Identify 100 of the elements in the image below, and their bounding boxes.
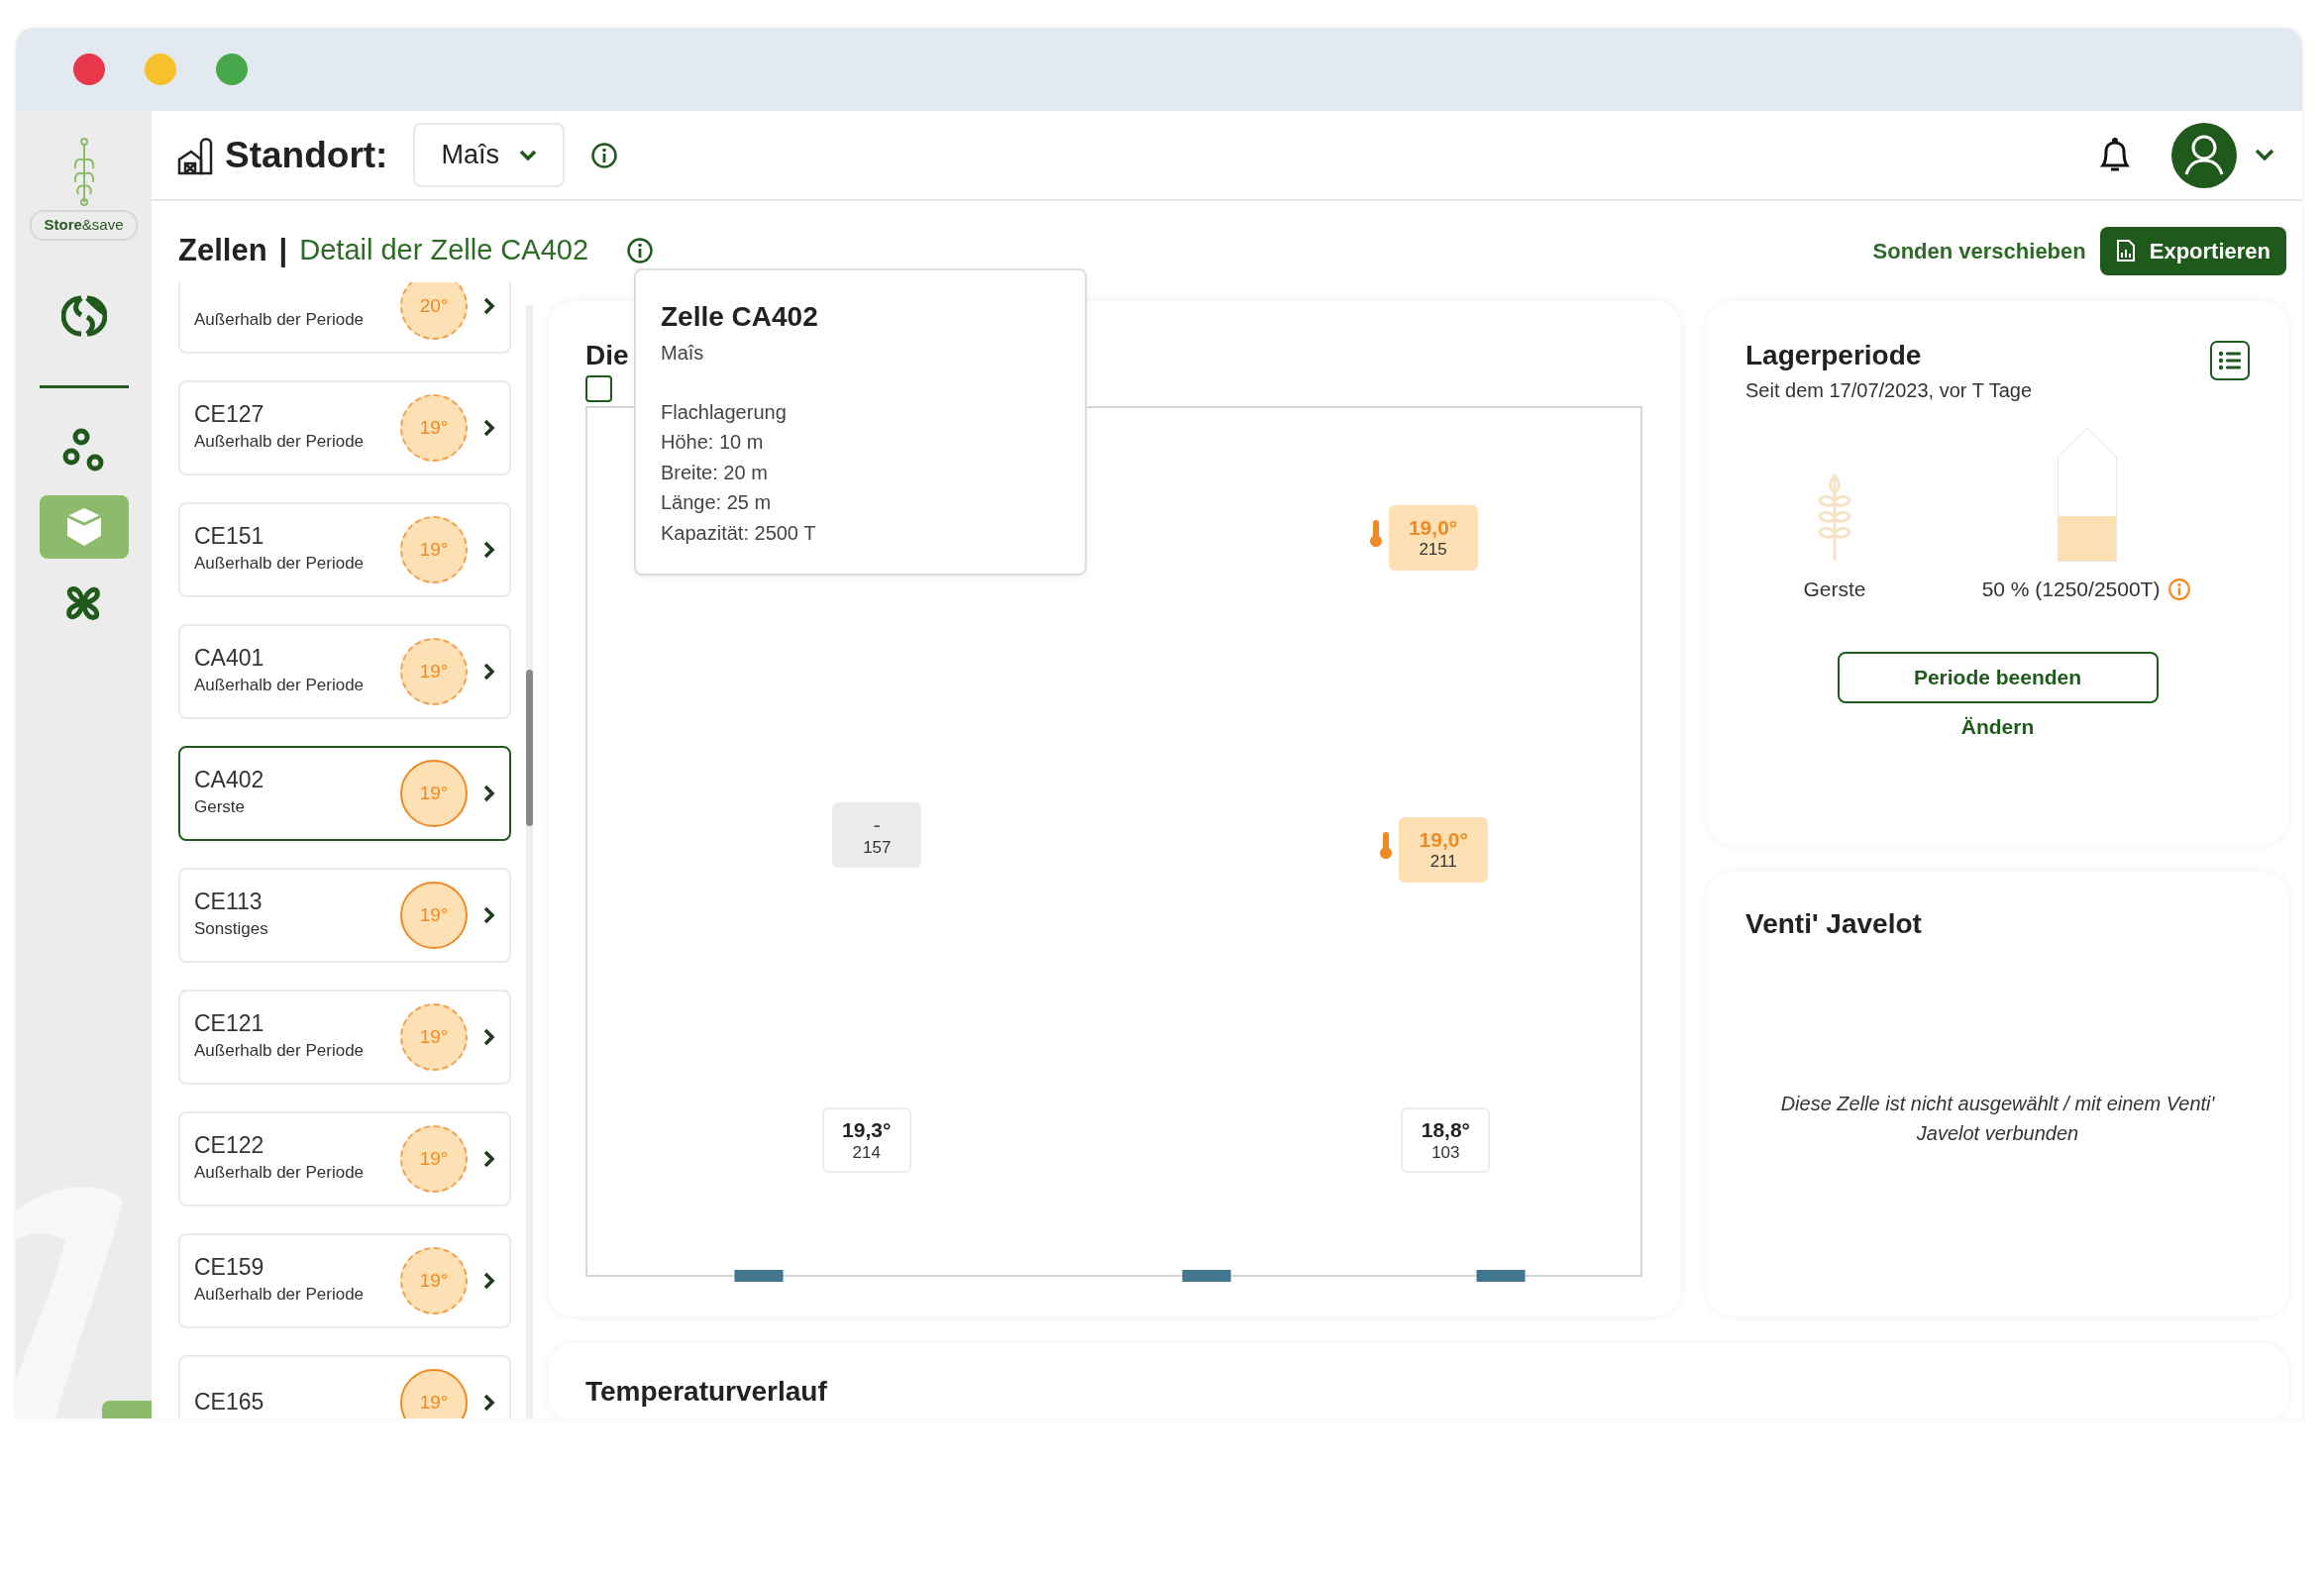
cell-status: Außerhalb der Periode bbox=[194, 675, 366, 697]
cell-status: Außerhalb der Periode bbox=[194, 309, 366, 332]
chevron-down-icon[interactable] bbox=[2255, 148, 2274, 162]
cell-name: CA402 bbox=[194, 767, 265, 795]
chevron-right-icon[interactable] bbox=[483, 1028, 495, 1046]
cell-status: Sonstiges bbox=[194, 918, 269, 941]
thermometer-icon bbox=[1368, 519, 1383, 548]
end-period-button[interactable]: Periode beenden bbox=[1837, 652, 2159, 703]
vent-marker bbox=[1182, 1270, 1231, 1282]
site-dropdown[interactable]: Maîs bbox=[413, 123, 565, 187]
sensor-temperature: 18,8° bbox=[1421, 1118, 1470, 1143]
chevron-right-icon[interactable] bbox=[483, 1394, 495, 1412]
cell-card[interactable]: CE127 Außerhalb der Periode 19° bbox=[178, 380, 511, 475]
close-button[interactable] bbox=[73, 53, 105, 85]
temperature-badge: 19° bbox=[400, 1125, 468, 1193]
chevron-right-icon[interactable] bbox=[483, 1150, 495, 1168]
period-date: Seit dem 17/07/2023, vor T Tage bbox=[1745, 377, 2033, 403]
temperature-badge: 19° bbox=[400, 1247, 468, 1314]
tooltip-line: Länge: 25 m bbox=[661, 490, 773, 516]
tooltip-subtitle: Maîs bbox=[661, 341, 705, 366]
sensor-tag[interactable]: 19,0° 215 bbox=[1388, 505, 1478, 572]
temperature-badge: 19° bbox=[400, 638, 468, 705]
move-probes-link[interactable]: Sonden verschieben bbox=[1872, 234, 2086, 267]
avatar-icon[interactable] bbox=[2171, 122, 2237, 188]
sensor-id: 211 bbox=[1429, 852, 1457, 872]
sensor-tag[interactable]: 19,0° 211 bbox=[1399, 817, 1489, 884]
cell-card[interactable]: CE122 Außerhalb der Periode 19° bbox=[178, 1111, 511, 1206]
sensor-id: 215 bbox=[1419, 540, 1447, 560]
temperature-badge: 19° bbox=[400, 1369, 468, 1418]
cell-card[interactable]: CA402 Gerste 19° bbox=[178, 746, 511, 841]
sensor-temperature: 19,0° bbox=[1419, 828, 1468, 853]
info-icon[interactable] bbox=[589, 141, 618, 169]
tooltip-line: Höhe: 10 m bbox=[661, 430, 765, 456]
scrollbar-thumb[interactable] bbox=[526, 670, 533, 826]
cell-card[interactable]: CE151 Außerhalb der Periode 19° bbox=[178, 502, 511, 597]
temperature-badge: 19° bbox=[400, 516, 468, 583]
cell-name: CE113 bbox=[194, 889, 264, 917]
cell-name: CE159 bbox=[194, 1254, 265, 1283]
info-icon[interactable] bbox=[626, 237, 655, 264]
cell-status: Außerhalb der Periode bbox=[194, 1284, 366, 1307]
cell-status: Außerhalb der Periode bbox=[194, 553, 366, 576]
chevron-down-icon bbox=[518, 149, 537, 161]
chevron-right-icon[interactable] bbox=[483, 663, 495, 681]
checkbox[interactable] bbox=[585, 374, 612, 402]
cell-card[interactable]: CE113 Sonstiges 19° bbox=[178, 868, 511, 963]
sensor-id: 103 bbox=[1431, 1142, 1460, 1163]
sensor-temperature: - bbox=[873, 813, 881, 838]
chevron-right-icon[interactable] bbox=[483, 419, 495, 437]
thermometer-icon bbox=[1379, 831, 1394, 860]
cell-name: CE121 bbox=[194, 1010, 265, 1039]
temperature-badge: 19° bbox=[400, 760, 468, 827]
cell-status: Außerhalb der Periode bbox=[194, 1162, 366, 1185]
cell-card[interactable]: Außerhalb der Periode 20° bbox=[178, 282, 511, 354]
vent-marker bbox=[1476, 1270, 1526, 1282]
sensor-id: 214 bbox=[852, 1142, 881, 1163]
empty-message: Diese Zelle ist nicht ausgewählt / mit einem Venti' Javelot verbunden bbox=[1779, 1091, 2216, 1146]
breadcrumb-separator: | bbox=[278, 231, 288, 269]
breadcrumb-current: Detail der Zelle CA402 bbox=[299, 233, 589, 268]
cell-name: CE122 bbox=[194, 1132, 265, 1161]
cell-card[interactable]: CA401 Außerhalb der Periode 19° bbox=[178, 624, 511, 719]
tooltip-line: Breite: 20 m bbox=[661, 460, 769, 485]
cell-status: Außerhalb der Periode bbox=[194, 1040, 366, 1063]
bell-icon[interactable] bbox=[2098, 136, 2132, 174]
cell-card[interactable]: CE165 19° bbox=[178, 1355, 511, 1418]
cell-name: CE165 bbox=[194, 1389, 265, 1416]
panel-title: Venti' Javelot bbox=[1745, 909, 1922, 940]
sensor-tag[interactable]: 18,8° 103 bbox=[1401, 1107, 1491, 1174]
sensor-tag[interactable]: 19,3° 214 bbox=[821, 1107, 911, 1174]
list-icon bbox=[2218, 351, 2242, 370]
panel-title: Temperaturverlauf bbox=[585, 1376, 827, 1407]
page-title: Standort: bbox=[225, 133, 388, 177]
temperature-badge: 20° bbox=[400, 282, 468, 340]
list-button[interactable] bbox=[2210, 341, 2250, 380]
chevron-right-icon[interactable] bbox=[483, 1272, 495, 1290]
cell-status: Außerhalb der Periode bbox=[194, 431, 366, 454]
chevron-right-icon[interactable] bbox=[483, 541, 495, 559]
tooltip-title: Zelle CA402 bbox=[661, 300, 819, 334]
breadcrumb-link[interactable]: Zellen bbox=[178, 227, 267, 274]
cell-name: CE151 bbox=[194, 523, 265, 552]
panel-title: Die bbox=[585, 341, 629, 371]
chevron-right-icon[interactable] bbox=[483, 906, 495, 924]
chevron-right-icon[interactable] bbox=[483, 785, 495, 802]
logo-text: Store&save bbox=[30, 210, 138, 241]
chevron-right-icon[interactable] bbox=[483, 297, 495, 315]
cell-card[interactable]: CE159 Außerhalb der Periode 19° bbox=[178, 1233, 511, 1328]
temperature-badge: 19° bbox=[400, 394, 468, 462]
tooltip-line: Flachlagerung bbox=[661, 400, 788, 425]
sensor-temperature: 19,0° bbox=[1408, 516, 1458, 541]
cell-name: CE127 bbox=[194, 401, 265, 430]
document-chart-icon bbox=[2115, 239, 2136, 262]
tooltip-line: Kapazität: 2500 T bbox=[661, 520, 817, 546]
cell-name: CA401 bbox=[194, 645, 265, 674]
fill-reading: 50 % (1250/2500T) bbox=[1981, 576, 2161, 602]
collapse-handle[interactable] bbox=[102, 1401, 152, 1418]
panel-title: Lagerperiode bbox=[1745, 341, 1923, 371]
vent-marker bbox=[734, 1270, 784, 1282]
export-button[interactable]: Exportieren bbox=[2099, 226, 2286, 275]
edit-link[interactable]: Ändern bbox=[1960, 710, 2035, 743]
temperature-badge: 19° bbox=[400, 1003, 468, 1071]
cell-card[interactable]: CE121 Außerhalb der Periode 19° bbox=[178, 990, 511, 1085]
